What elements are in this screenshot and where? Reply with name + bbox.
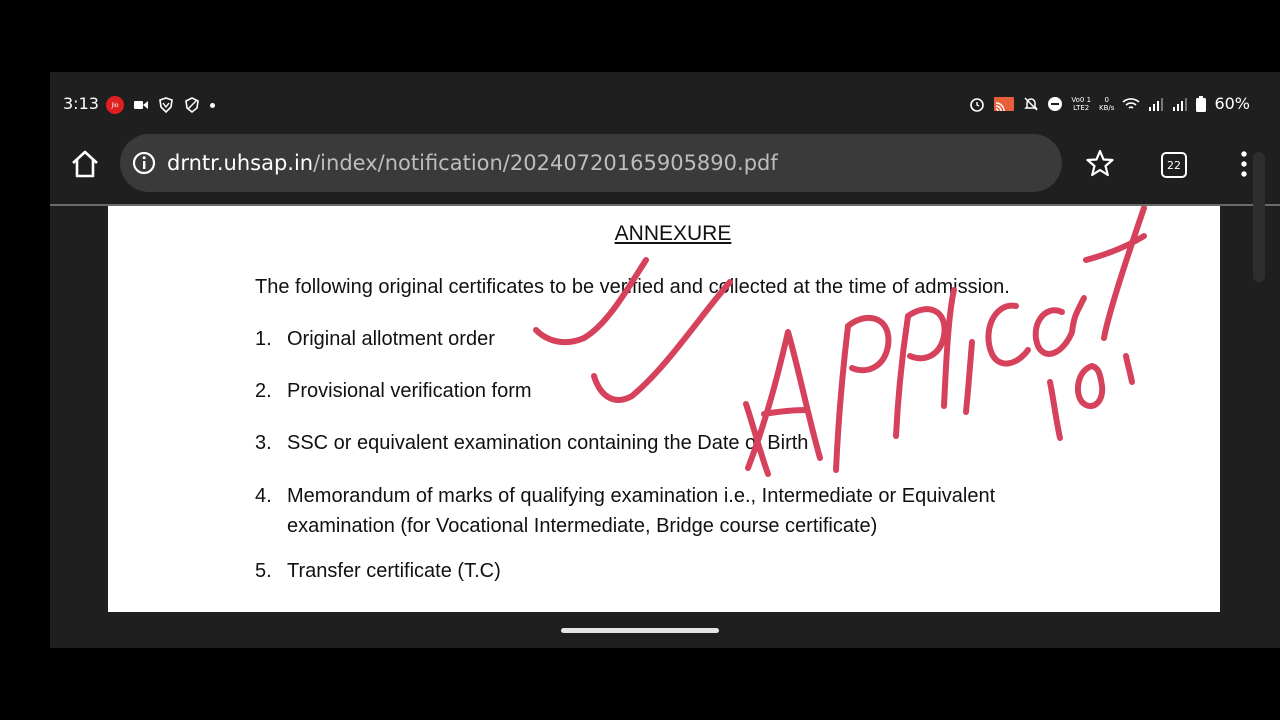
ink-letter-n xyxy=(1123,353,1135,385)
url-path: /index/notification/20240720165905890.pd… xyxy=(313,151,778,175)
browser-toolbar: drntr.uhsap.in/index/notification/202407… xyxy=(50,134,1280,204)
volte-indicator: Vo0 1 LTE2 xyxy=(1071,95,1092,112)
pdf-page[interactable]: ANNEXURE The following original certific… xyxy=(108,206,1220,612)
tab-switcher-button[interactable]: 22 xyxy=(1161,152,1187,178)
jio-app-icon: Jio xyxy=(106,96,124,114)
more-notifications-dot-icon xyxy=(210,102,215,108)
url-text[interactable]: drntr.uhsap.in/index/notification/202407… xyxy=(167,151,778,175)
checkmark-mark-2 xyxy=(591,279,733,403)
ink-letter-p2 xyxy=(893,306,948,439)
data-speed-indicator: 0 KB/s xyxy=(1099,95,1115,112)
overflow-menu-icon[interactable] xyxy=(1236,149,1252,179)
address-bar[interactable]: drntr.uhsap.in/index/notification/202407… xyxy=(120,134,1062,192)
ink-letter-t xyxy=(1083,206,1147,341)
ink-letter-i xyxy=(963,339,975,415)
signal-strength-icon xyxy=(1149,97,1164,111)
do-not-disturb-icon xyxy=(1048,96,1063,111)
ink-letter-c xyxy=(985,302,1031,367)
home-icon[interactable] xyxy=(70,149,100,179)
shield-icon xyxy=(185,97,199,113)
signal-strength-icon-2 xyxy=(1173,97,1188,111)
bookmark-star-icon[interactable] xyxy=(1086,149,1114,177)
video-camera-icon xyxy=(134,101,148,109)
ink-letter-p1 xyxy=(833,314,892,473)
battery-percent: 60% xyxy=(1214,94,1250,113)
system-status-icons: Vo0 1 LTE2 0 KB/s 60% xyxy=(969,94,1250,113)
cast-icon xyxy=(994,96,1015,111)
url-host: drntr.uhsap.in xyxy=(167,151,314,175)
ink-letter-o xyxy=(1074,363,1106,409)
ink-letter-l xyxy=(941,287,957,409)
checkmark-mark-1 xyxy=(533,257,649,346)
site-info-icon[interactable] xyxy=(132,151,156,175)
phone-screen: 3:13 Jio Vo0 1 LTE2 0 KB/s 60% drntr.uhsa xyxy=(50,72,1280,648)
notification-icons: Jio xyxy=(106,96,215,114)
status-bar: 3:13 Jio Vo0 1 LTE2 0 KB/s 60% xyxy=(50,72,1280,134)
mute-bell-icon xyxy=(1024,96,1039,111)
ink-letter-i2 xyxy=(1047,379,1063,441)
wifi-icon xyxy=(1122,97,1140,109)
tab-count: 22 xyxy=(1167,158,1181,172)
alarm-icon xyxy=(970,97,985,112)
scrollbar-thumb[interactable] xyxy=(1253,152,1265,282)
home-gesture-bar[interactable] xyxy=(561,628,719,633)
handwritten-annotation xyxy=(533,206,1147,477)
vpn-shield-icon xyxy=(159,97,173,113)
battery-icon xyxy=(1196,95,1207,112)
status-time: 3:13 xyxy=(63,94,99,113)
ink-letter-a2 xyxy=(1032,295,1087,357)
